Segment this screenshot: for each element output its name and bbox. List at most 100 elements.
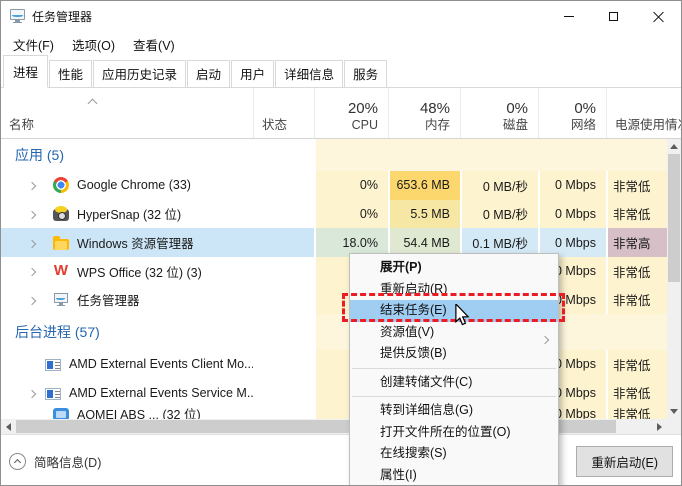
process-name-cell: Google Chrome (33) <box>1 171 253 200</box>
scroll-right-icon <box>657 423 662 431</box>
column-header-label-cpu: CPU <box>323 118 378 133</box>
status-cell <box>253 257 314 286</box>
column-header-cpu[interactable]: 20%CPU <box>314 88 388 138</box>
maximize-button[interactable] <box>591 1 636 31</box>
minimize-button[interactable] <box>546 1 591 31</box>
tab-启动[interactable]: 启动 <box>187 60 230 87</box>
process-name-label: AMD External Events Service M... <box>69 386 253 400</box>
context-menu-item-P[interactable]: 展开(P) <box>350 257 558 279</box>
process-name-cell: AMD External Events Service M... <box>1 379 253 408</box>
scroll-down-icon <box>670 409 678 414</box>
amd-icon <box>45 388 61 400</box>
column-header-power[interactable]: 电源使用情况 <box>606 88 682 138</box>
fewer-details-label: 简略信息(D) <box>34 452 101 471</box>
menubar-item-V[interactable]: 查看(V) <box>124 31 184 58</box>
net-cell: 0 Mbps <box>538 171 606 200</box>
cpu-cell: 0% <box>314 200 388 229</box>
menubar-item-F[interactable]: 文件(F) <box>4 31 63 58</box>
hypersnap-icon <box>53 209 69 221</box>
context-menu-item-I[interactable]: 属性(I) <box>350 465 558 486</box>
context-menu-item-O[interactable]: 打开文件所在的位置(O) <box>350 422 558 444</box>
context-menu-separator <box>352 368 556 369</box>
column-header-net[interactable]: 0%网络 <box>538 88 606 138</box>
wps-icon: W <box>53 263 69 279</box>
tab-进程[interactable]: 进程 <box>3 55 48 88</box>
expand-chevron-icon[interactable] <box>29 264 43 278</box>
expand-chevron-icon[interactable] <box>29 386 35 400</box>
process-name-label: 任务管理器 <box>77 290 140 309</box>
taskmgr-icon <box>53 292 69 308</box>
process-row[interactable]: WWPS Office (32 位) (3)0 Mbps非常低 <box>1 257 681 286</box>
group-header-row[interactable]: 应用 (5) <box>1 139 681 171</box>
context-menu-separator <box>352 396 556 397</box>
amd-icon <box>45 359 61 371</box>
maximize-icon <box>609 12 618 21</box>
tab-服务[interactable]: 服务 <box>344 60 387 87</box>
context-menu-item-R[interactable]: 重新启动(R) <box>350 279 558 301</box>
process-row[interactable]: AOMEI ABS ... (32 位)0 Mbps非常低 <box>1 407 681 419</box>
expand-chevron-icon[interactable] <box>29 207 43 221</box>
expand-chevron-icon[interactable] <box>29 293 43 307</box>
disk-cell: 0 MB/秒 <box>460 200 538 229</box>
process-name-cell: HyperSnap (32 位) <box>1 200 253 229</box>
fewer-details-toggle[interactable]: 简略信息(D) <box>9 452 101 471</box>
process-name-cell: AMD External Events Client Mo... <box>1 350 253 379</box>
close-icon <box>653 11 664 22</box>
tab-bar: 进程性能应用历史记录启动用户详细信息服务 <box>1 57 681 88</box>
scroll-down-button[interactable] <box>667 404 681 419</box>
sort-ascending-icon <box>89 94 97 102</box>
net-cell: 0 Mbps <box>538 200 606 229</box>
group-header-row[interactable]: 后台进程 (57) <box>1 314 681 350</box>
tab-应用历史记录[interactable]: 应用历史记录 <box>93 60 186 87</box>
process-row[interactable]: AMD External Events Client Mo...0 Mbps非常… <box>1 350 681 379</box>
table-header: 名称 状态20%CPU48%内存0%磁盘0%网络 电源使用情况 <box>1 88 681 139</box>
vertical-scrollbar[interactable] <box>667 139 681 419</box>
process-name-label: Windows 资源管理器 <box>77 233 194 252</box>
process-row[interactable]: HyperSnap (32 位)0%5.5 MB0 MB/秒0 Mbps非常低 <box>1 200 681 229</box>
process-name-label: Google Chrome (33) <box>77 178 191 192</box>
restart-button[interactable]: 重新启动(E) <box>576 446 673 477</box>
status-cell <box>253 200 314 229</box>
process-name-label: HyperSnap (32 位) <box>77 204 181 223</box>
menubar-item-O[interactable]: 选项(O) <box>63 31 124 58</box>
column-header-pct-net: 0% <box>547 99 596 118</box>
process-row[interactable]: AMD External Events Service M...0 Mbps非常… <box>1 379 681 408</box>
context-menu-item-C[interactable]: 创建转储文件(C) <box>350 372 558 394</box>
status-cell <box>253 350 314 379</box>
horizontal-scrollbar[interactable] <box>1 419 681 434</box>
group-header-label: 应用 (5) <box>1 145 314 165</box>
process-name-label: WPS Office (32 位) (3) <box>77 262 202 281</box>
vertical-scrollbar-thumb[interactable] <box>668 154 680 282</box>
cpu-cell: 0% <box>314 171 388 200</box>
scroll-up-button[interactable] <box>667 139 681 154</box>
column-header-label-mem: 内存 <box>397 118 450 133</box>
process-row[interactable]: 任务管理器0 Mbps非常低 <box>1 286 681 315</box>
process-name-label: AOMEI ABS ... (32 位) <box>77 407 201 419</box>
expand-chevron-icon[interactable] <box>29 178 43 192</box>
status-cell <box>253 228 314 257</box>
column-header-mem[interactable]: 48%内存 <box>388 88 460 138</box>
context-menu-item-B[interactable]: 提供反馈(B) <box>350 343 558 365</box>
tab-详细信息[interactable]: 详细信息 <box>275 60 343 87</box>
menu-bar: 文件(F)选项(O)查看(V) <box>1 31 681 57</box>
group-header-label: 后台进程 (57) <box>1 322 314 342</box>
column-header-name[interactable]: 名称 <box>1 88 253 138</box>
aomei-icon <box>53 408 69 420</box>
column-header-status[interactable]: 状态 <box>253 88 314 138</box>
column-header-label-power: 电源使用情况 <box>615 118 682 133</box>
status-cell <box>253 171 314 200</box>
scroll-left-button[interactable] <box>1 419 16 434</box>
process-row[interactable]: Google Chrome (33)0%653.6 MB0 MB/秒0 Mbps… <box>1 171 681 200</box>
tab-用户[interactable]: 用户 <box>231 60 274 87</box>
context-menu-item-S[interactable]: 在线搜索(S) <box>350 443 558 465</box>
tab-性能[interactable]: 性能 <box>49 60 92 87</box>
scroll-right-button[interactable] <box>652 419 667 434</box>
status-cell <box>253 407 314 419</box>
process-name-cell: AOMEI ABS ... (32 位) <box>1 407 253 419</box>
close-button[interactable] <box>636 1 681 31</box>
column-header-disk[interactable]: 0%磁盘 <box>460 88 538 138</box>
column-header-pct-disk: 0% <box>469 99 528 118</box>
process-row[interactable]: Windows 资源管理器18.0%54.4 MB0.1 MB/秒0 Mbps非… <box>1 228 681 257</box>
expand-chevron-icon[interactable] <box>29 236 43 250</box>
context-menu-item-G[interactable]: 转到详细信息(G) <box>350 400 558 422</box>
